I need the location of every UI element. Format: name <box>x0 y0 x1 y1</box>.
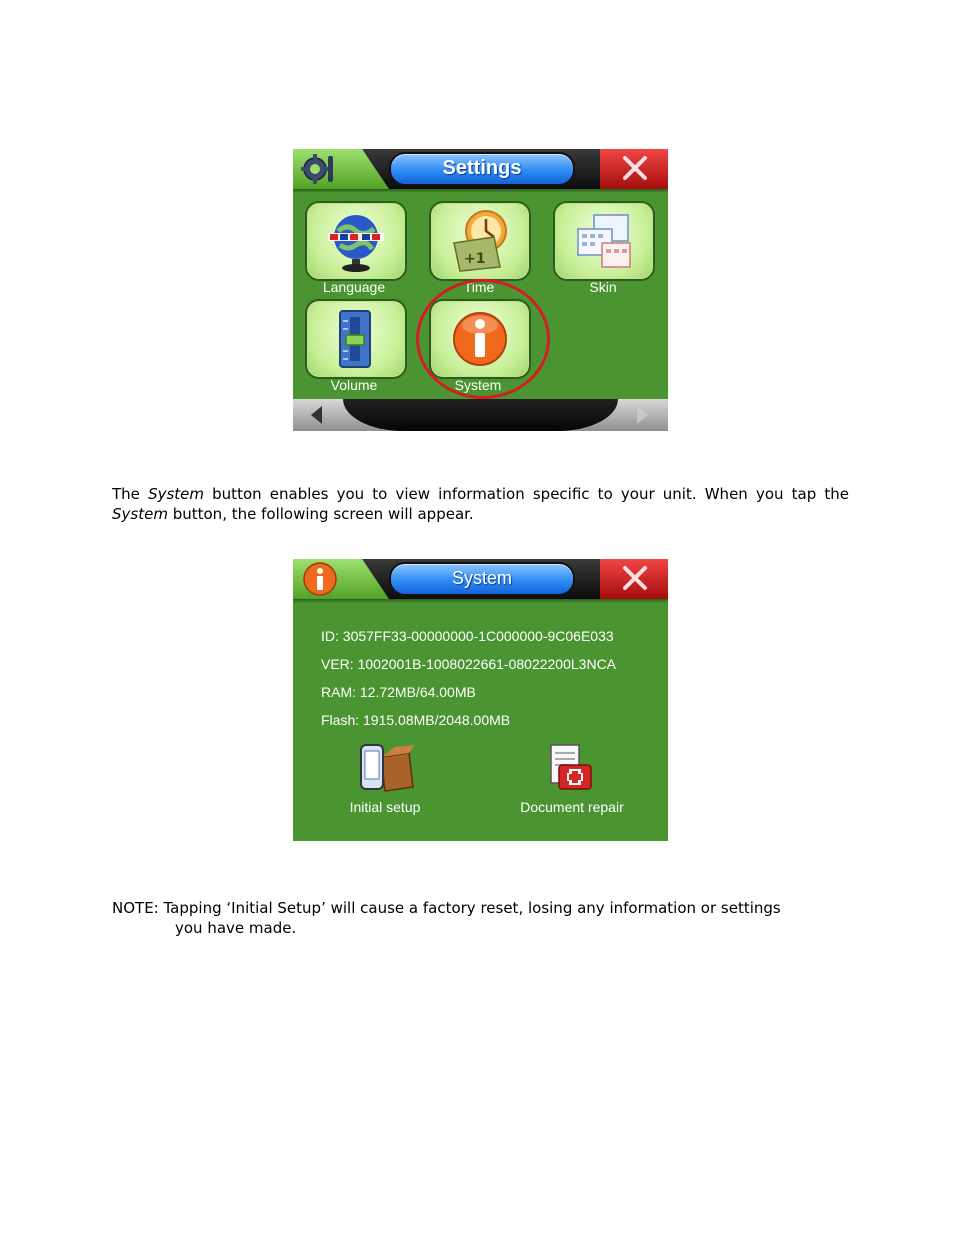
screen-title: Settings <box>442 157 522 179</box>
bottom-bar-center <box>343 399 618 431</box>
system-screen: System ID: 3057FF33-00000000-1C000000-9C… <box>293 559 668 841</box>
bottom-nav-bar <box>293 399 668 431</box>
para-text: button, the following screen will appear… <box>172 505 474 523</box>
device-id: ID: 3057FF33-00000000-1C000000-9C06E033 <box>321 628 614 644</box>
next-page-arrow-icon[interactable] <box>637 406 648 424</box>
flash-usage: Flash: 1915.08MB/2048.00MB <box>321 712 511 728</box>
speaker-icon <box>339 310 371 368</box>
tile-label-volume: Volume <box>330 377 378 393</box>
volume-button[interactable] <box>305 299 407 379</box>
note-line-2: you have made. <box>175 919 297 937</box>
globe-flags-icon <box>328 215 384 272</box>
divider <box>293 189 668 193</box>
language-button[interactable] <box>305 201 407 281</box>
system-highlight-circle <box>416 279 550 399</box>
info-icon <box>303 562 337 596</box>
skin-button[interactable] <box>553 201 655 281</box>
time-button[interactable]: +1 <box>429 201 531 281</box>
title-bar: Settings <box>293 149 668 189</box>
ram-usage: RAM: 12.72MB/64.00MB <box>321 684 476 700</box>
note-line-1: NOTE: Tapping ‘Initial Setup’ will cause… <box>112 899 781 917</box>
document-repair-button[interactable]: Document repair <box>492 799 652 815</box>
divider <box>293 599 668 603</box>
close-button[interactable] <box>600 559 668 599</box>
para-text: The <box>112 485 140 503</box>
tile-label-language: Language <box>322 279 386 295</box>
screen-title: System <box>451 568 512 588</box>
para-emphasis: System <box>148 485 204 503</box>
device-box-icon[interactable] <box>355 741 415 795</box>
previous-page-arrow-icon[interactable] <box>311 406 322 424</box>
close-icon <box>623 156 647 180</box>
gear-icon[interactable] <box>301 152 337 186</box>
svg-text:+1: +1 <box>464 251 485 267</box>
initial-setup-button[interactable]: Initial setup <box>305 799 465 815</box>
title-bar: System <box>293 559 668 599</box>
note-text: NOTE: Tapping ‘Initial Setup’ will cause… <box>112 898 852 938</box>
title-pill: Settings <box>389 152 575 186</box>
description-paragraph: The System button enables you to view in… <box>112 484 849 524</box>
close-button[interactable] <box>600 149 668 189</box>
firmware-version: VER: 1002001B-1008022661-08022200L3NCA <box>321 656 617 672</box>
para-text: button enables you to view information s… <box>212 485 849 503</box>
tile-label-skin: Skin <box>589 279 617 295</box>
clock-calendar-icon: +1 <box>453 210 507 272</box>
close-icon <box>623 566 647 590</box>
title-pill: System <box>389 562 575 596</box>
skin-windows-icon <box>577 214 631 268</box>
para-emphasis: System <box>112 505 168 523</box>
document-first-aid-icon[interactable] <box>543 741 597 795</box>
